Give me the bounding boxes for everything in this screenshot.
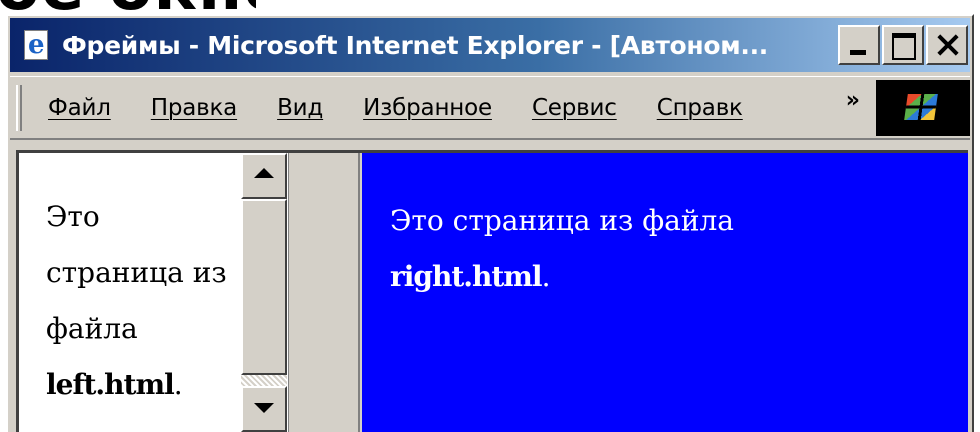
browser-window: e Фреймы - Microsoft Internet Explorer -… [6,14,974,432]
right-frame: Это страница из файла right.html. [362,153,968,432]
menu-edit[interactable]: Правка [151,95,238,121]
right-frame-text: Это страница из файла right.html. [390,193,950,305]
window-title: Фреймы - Microsoft Internet Explorer - [… [62,30,768,60]
windows-logo-throbber [876,79,970,136]
left-frame: Это страница из файла left.html. [19,153,289,432]
left-frame-suffix: . [173,368,183,401]
left-frame-body: Это страница из файла [46,200,227,345]
frame-splitter[interactable] [290,153,360,432]
content-area: Это страница из файла left.html. Это стр… [16,150,968,432]
scroll-down-arrow-icon[interactable] [241,386,287,432]
internet-explorer-icon[interactable]: e [20,28,54,62]
left-frame-scrollbar[interactable] [241,153,287,432]
caption-buttons [836,25,968,65]
right-frame-filename: right.html [390,260,543,293]
right-frame-suffix: . [541,260,551,293]
windows-logo-icon [904,93,938,120]
menu-file[interactable]: Файл [48,95,111,121]
menu-items: Файл Правка Вид Избранное Сервис Справк [48,95,846,121]
toolbar-grip-handle[interactable] [16,84,22,131]
close-button[interactable] [926,25,968,65]
menu-tools[interactable]: Сервис [532,95,617,121]
right-frame-body: Это страница из файла [390,204,734,237]
menu-view[interactable]: Вид [277,95,323,121]
left-frame-text: Это страница из файла left.html. [46,189,236,413]
minimize-button[interactable] [838,25,880,65]
menu-bar: Файл Правка Вид Избранное Сервис Справк … [10,76,970,140]
left-frame-filename: left.html [46,368,175,401]
title-bar[interactable]: e Фреймы - Microsoft Internet Explorer -… [10,18,970,72]
menu-help[interactable]: Справк [657,95,743,121]
menu-favorites[interactable]: Избранное [363,95,492,121]
scroll-thumb[interactable] [241,199,287,375]
scroll-up-arrow-icon[interactable] [241,153,287,199]
menu-overflow-chevron-icon[interactable]: » [846,88,860,113]
maximize-button[interactable] [882,25,924,65]
